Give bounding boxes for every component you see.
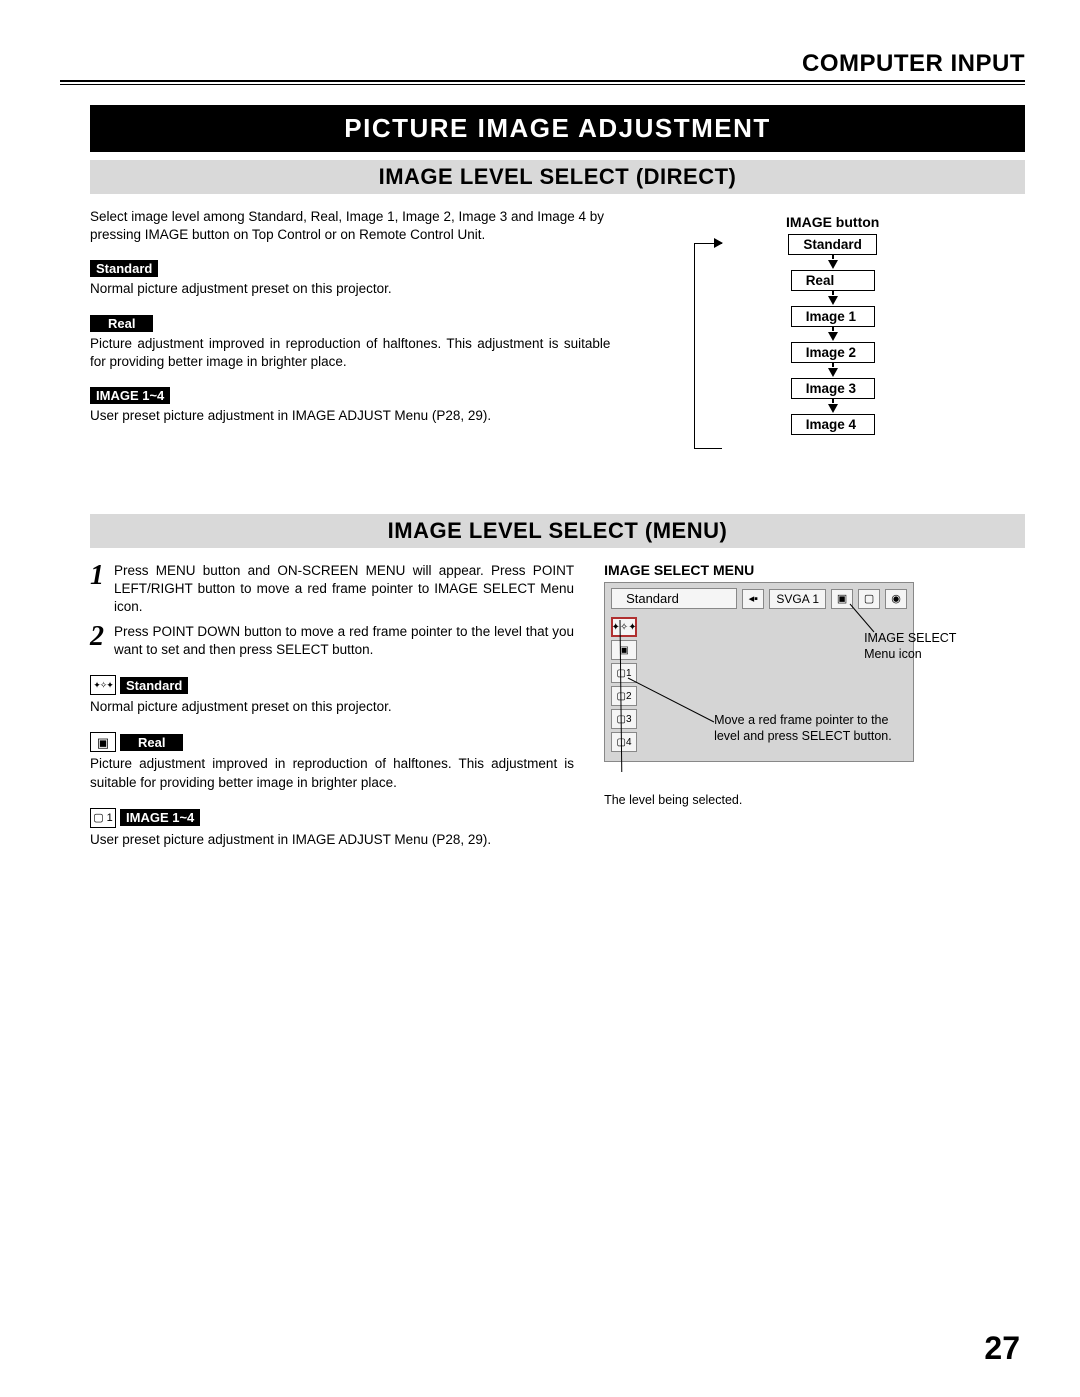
menu-left: 1 Press MENU button and ON-SCREEN MENU w… <box>90 562 574 865</box>
arrow-down-icon <box>828 260 838 269</box>
image-button-diagram: IMAGE button Standard Real Image 1 Image… <box>640 214 1025 464</box>
arrow-down-icon <box>828 368 838 377</box>
osd-item-selected: ✦✧✦ <box>611 617 637 637</box>
input-icon: ◂▪ <box>742 589 764 609</box>
step-text: Press MENU button and ON-SCREEN MENU wil… <box>114 562 574 617</box>
tag-standard: Standard <box>90 260 158 277</box>
menu-section: 1 Press MENU button and ON-SCREEN MENU w… <box>90 562 1025 865</box>
annot-icon: IMAGE SELECT Menu icon <box>864 630 974 663</box>
osd-top-bar: Standard ◂▪ SVGA 1 ▣ ▢ ◉ <box>605 583 913 614</box>
osd-item: ▢2 <box>611 686 637 706</box>
direct-intro: Select image level among Standard, Real,… <box>90 208 610 244</box>
state-image2: Image 2 <box>791 342 875 363</box>
state-image3: Image 3 <box>791 378 875 399</box>
page-number: 27 <box>984 1330 1020 1367</box>
header-rule <box>60 80 1025 85</box>
osd-item: ▢4 <box>611 732 637 752</box>
annot-selected: The level being selected. <box>604 792 804 808</box>
menu-desc-standard: Normal picture adjustment preset on this… <box>90 698 574 716</box>
direct-heading: IMAGE LEVEL SELECT (DIRECT) <box>90 160 1025 194</box>
menu-heading: IMAGE LEVEL SELECT (MENU) <box>90 514 1025 548</box>
diagram-title: IMAGE button <box>786 214 879 230</box>
menu-desc-real: Picture adjustment improved in reproduct… <box>90 755 574 791</box>
osd-item: ▢1 <box>611 663 637 683</box>
tag-image14: IMAGE 1~4 <box>90 387 170 404</box>
square-1-icon: ▢ 1 <box>90 808 116 828</box>
menu-right: IMAGE SELECT MENU Standard ◂▪ SVGA 1 ▣ ▢… <box>604 562 1025 865</box>
menu-item-standard: Standard <box>90 675 574 695</box>
osd-icon: ◉ <box>885 589 907 609</box>
page: COMPUTER INPUT PICTURE IMAGE ADJUSTMENT … <box>0 0 1080 1397</box>
menu-item-image14: ▢ 1 IMAGE 1~4 <box>90 808 574 828</box>
osd-item: ▣ <box>611 640 637 660</box>
desc-real: Picture adjustment improved in reproduct… <box>90 335 610 371</box>
desc-image14: User preset picture adjustment in IMAGE … <box>90 407 610 425</box>
step-text: Press POINT DOWN button to move a red fr… <box>114 623 574 659</box>
arrow-down-icon <box>828 296 838 305</box>
state-image1: Image 1 <box>791 306 875 327</box>
section-header: COMPUTER INPUT <box>60 50 1025 80</box>
osd-item: ▢3 <box>611 709 637 729</box>
loop-arrow-icon <box>714 238 723 248</box>
arrow-down-icon <box>828 332 838 341</box>
tag-real: Real <box>90 315 153 332</box>
tag-standard: Standard <box>120 677 188 694</box>
menu-desc-image14: User preset picture adjustment in IMAGE … <box>90 831 574 849</box>
arrow-down-icon <box>828 404 838 413</box>
state-standard: Standard <box>788 234 877 255</box>
loop-line <box>694 243 722 449</box>
direct-left: Select image level among Standard, Real,… <box>90 208 610 464</box>
osd-mode-label: Standard <box>611 588 737 609</box>
tag-image14: IMAGE 1~4 <box>120 809 200 826</box>
menu-item-real: ▣ Real <box>90 732 574 752</box>
osd-caption: IMAGE SELECT MENU <box>604 562 1025 578</box>
direct-right: IMAGE button Standard Real Image 1 Image… <box>640 208 1025 464</box>
step-number: 2 <box>90 623 104 659</box>
tag-real: Real <box>120 734 183 751</box>
state-image4: Image 4 <box>791 414 875 435</box>
diamonds-icon <box>90 675 116 695</box>
state-real: Real <box>791 270 875 291</box>
main-title: PICTURE IMAGE ADJUSTMENT <box>90 105 1025 152</box>
osd-icon: ▢ <box>858 589 880 609</box>
step-number: 1 <box>90 562 104 617</box>
monitor-icon: ▣ <box>90 732 116 752</box>
annot-pointer: Move a red frame pointer to the level an… <box>714 712 914 745</box>
content-area: PICTURE IMAGE ADJUSTMENT IMAGE LEVEL SEL… <box>60 105 1025 865</box>
step-2: 2 Press POINT DOWN button to move a red … <box>90 623 574 659</box>
osd-icon: ▣ <box>831 589 853 609</box>
osd-resolution: SVGA 1 <box>769 589 826 609</box>
direct-section: Select image level among Standard, Real,… <box>90 208 1025 464</box>
step-1: 1 Press MENU button and ON-SCREEN MENU w… <box>90 562 574 617</box>
desc-standard: Normal picture adjustment preset on this… <box>90 280 610 298</box>
